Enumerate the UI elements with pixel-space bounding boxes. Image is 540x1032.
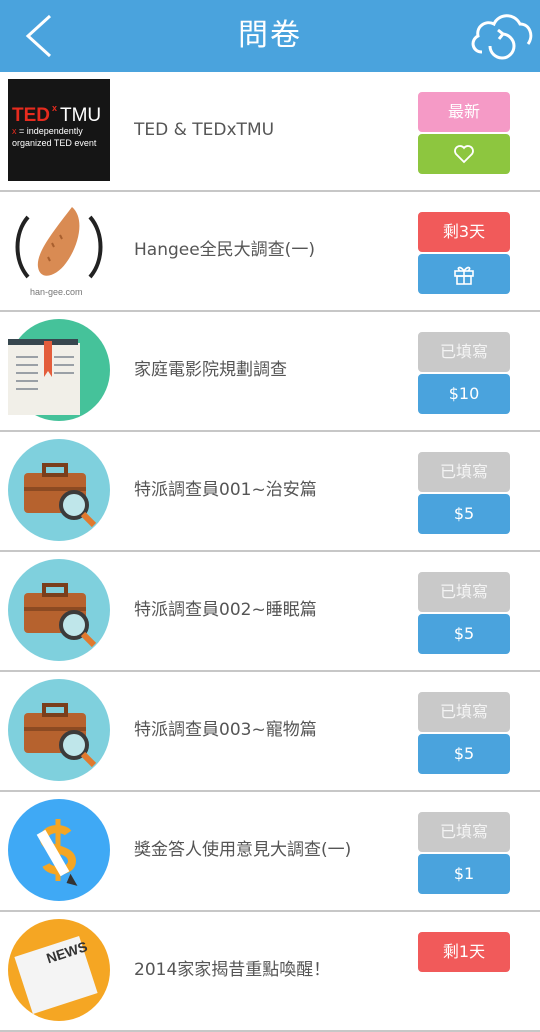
survey-row[interactable]: 獎金答人使用意見大調查(一) 已填寫 $1 [0, 792, 540, 912]
gift-icon [454, 266, 474, 285]
briefcase-graphic [8, 559, 110, 661]
book-icon [8, 319, 110, 421]
dollar-pencil-graphic [8, 799, 110, 901]
status-badge[interactable]: 最新 [418, 92, 510, 132]
svg-text:organized TED event: organized TED event [12, 138, 97, 148]
survey-row[interactable]: NEWS 2014家家揭昔重點喚醒！ 剩1天 [0, 912, 540, 1032]
survey-title: TED & TEDxTMU [134, 120, 275, 140]
tedx-logo-graphic: TED x TMU x = independently organized TE… [8, 79, 110, 181]
status-badge: 已填寫 [418, 452, 510, 492]
status-badge[interactable]: 剩1天 [418, 932, 510, 972]
newspaper-graphic: NEWS [8, 919, 110, 1021]
survey-title: 特派調查員001~治安篇 [134, 480, 317, 500]
gift-button[interactable] [418, 254, 510, 294]
like-button[interactable] [418, 134, 510, 174]
survey-row[interactable]: TED x TMU x = independently organized TE… [0, 72, 540, 192]
sweet-potato-icon: han-gee.com [8, 199, 110, 301]
svg-text:TMU: TMU [60, 105, 101, 126]
dollar-pencil-icon [8, 799, 110, 901]
briefcase-graphic [8, 439, 110, 541]
survey-list: TED x TMU x = independently organized TE… [0, 72, 540, 1032]
tedx-logo: TED x TMU x = independently organized TE… [8, 79, 110, 181]
survey-title: Hangee全民大調查(一) [134, 240, 315, 260]
briefcase-graphic [8, 679, 110, 781]
heart-icon [454, 145, 474, 164]
page-title: 問卷 [238, 18, 302, 53]
survey-row[interactable]: 特派調查員003~寵物篇 已填寫 $5 [0, 672, 540, 792]
survey-row[interactable]: 特派調查員002~睡眠篇 已填寫 $5 [0, 552, 540, 672]
briefcase-magnifier-icon [8, 439, 110, 541]
status-badge: 已填寫 [418, 572, 510, 612]
survey-title: 獎金答人使用意見大調查(一) [134, 840, 352, 860]
newspaper-icon: NEWS [8, 919, 110, 1021]
reward-button[interactable]: $5 [418, 614, 510, 654]
status-badge[interactable]: 剩3天 [418, 212, 510, 252]
open-book-graphic [8, 319, 110, 421]
briefcase-magnifier-icon [8, 559, 110, 661]
reward-button[interactable]: $5 [418, 494, 510, 534]
cloud-sync-icon[interactable] [468, 6, 534, 66]
survey-title: 2014家家揭昔重點喚醒！ [134, 960, 331, 980]
status-badge: 已填寫 [418, 812, 510, 852]
svg-text:x: x [52, 103, 57, 113]
status-badge: 已填寫 [418, 692, 510, 732]
survey-row[interactable]: 家庭電影院規劃調查 已填寫 $10 [0, 312, 540, 432]
svg-text:x = independently: x = independently [12, 126, 83, 136]
status-badge: 已填寫 [418, 332, 510, 372]
survey-row[interactable]: 特派調查員001~治安篇 已填寫 $5 [0, 432, 540, 552]
survey-row[interactable]: han-gee.com Hangee全民大調查(一) 剩3天 [0, 192, 540, 312]
reward-button[interactable]: $5 [418, 734, 510, 774]
survey-title: 特派調查員002~睡眠篇 [134, 600, 317, 620]
reward-button[interactable]: $10 [418, 374, 510, 414]
svg-text:han-gee.com: han-gee.com [30, 287, 83, 297]
svg-text:TED: TED [12, 105, 50, 126]
hangee-logo: han-gee.com [8, 199, 110, 301]
app-header: 問卷 [0, 0, 540, 72]
survey-title: 家庭電影院規劃調查 [134, 360, 287, 380]
survey-title: 特派調查員003~寵物篇 [134, 720, 317, 740]
briefcase-magnifier-icon [8, 679, 110, 781]
reward-button[interactable]: $1 [418, 854, 510, 894]
